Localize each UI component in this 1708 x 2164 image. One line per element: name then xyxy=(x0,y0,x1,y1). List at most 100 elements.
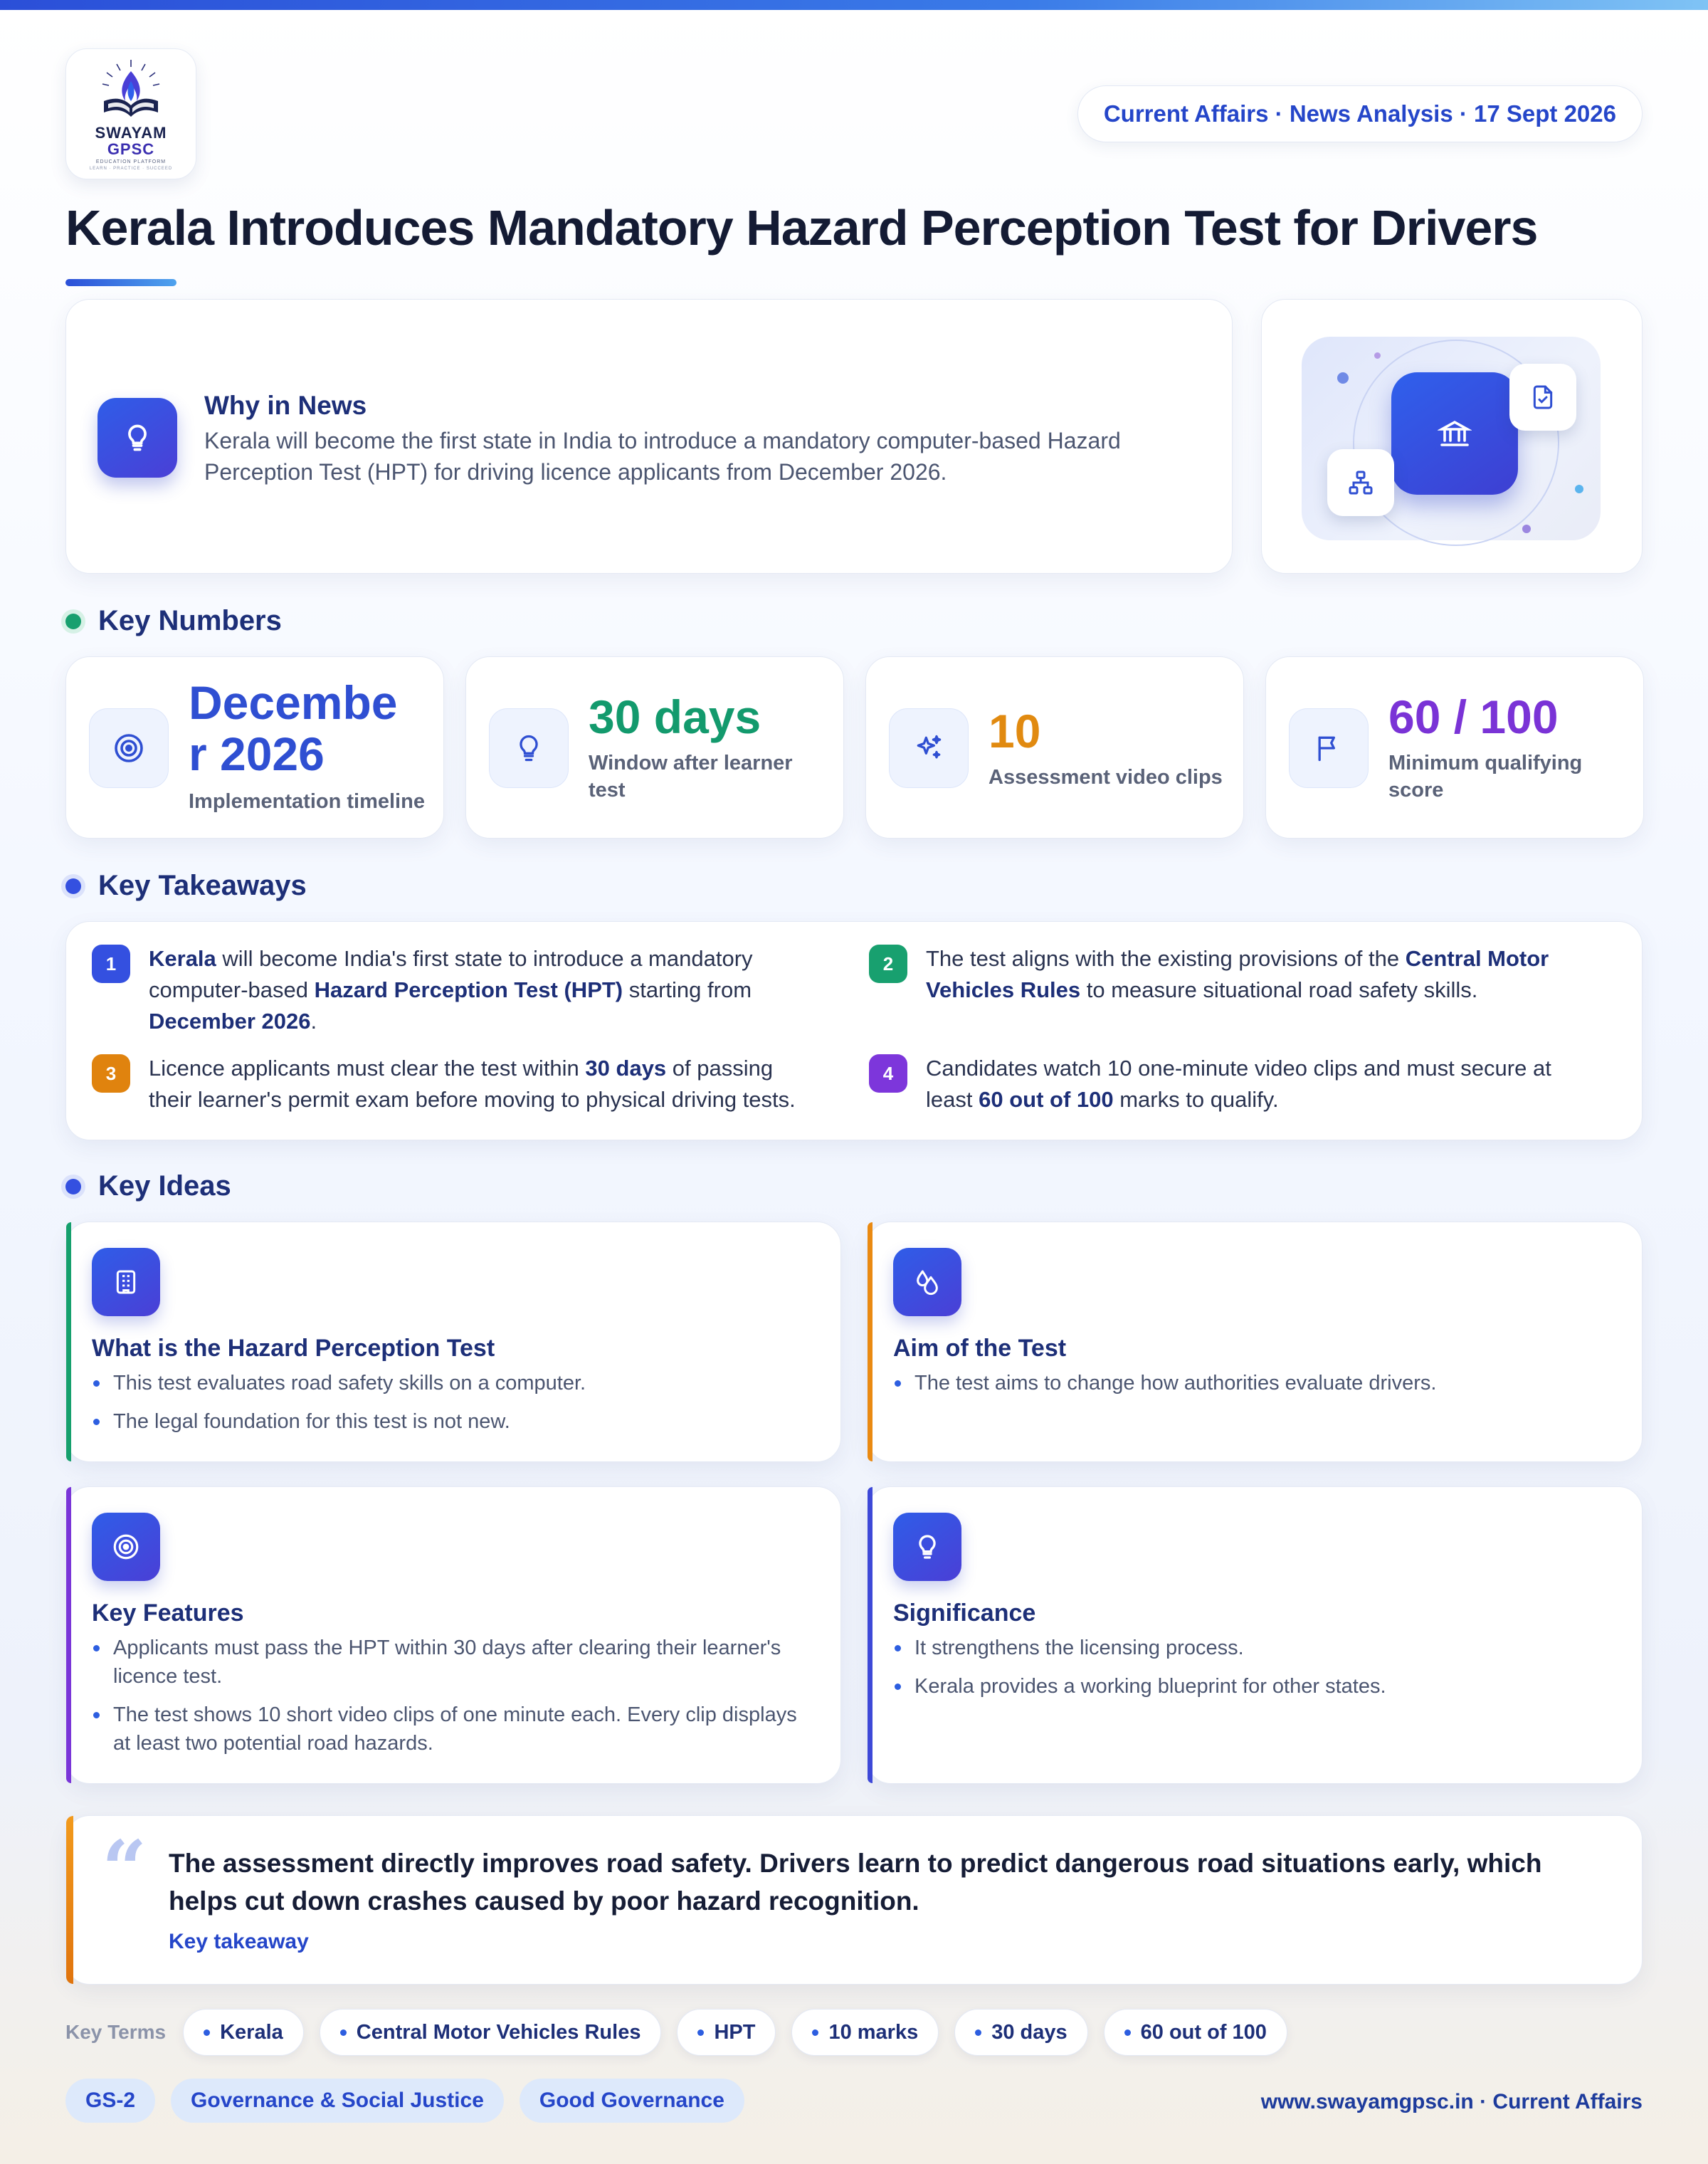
target-icon xyxy=(92,1513,160,1581)
term-chip[interactable]: 10 marks xyxy=(791,2009,939,2056)
stat-caption-line1: Minimum qualifying xyxy=(1388,752,1583,774)
why-in-news-text: Kerala will become the first state in In… xyxy=(204,428,1121,485)
term-chip[interactable]: 30 days xyxy=(954,2009,1088,2056)
idea-card-aim: Aim of the Test The test aims to change … xyxy=(867,1222,1643,1462)
logo-text-gpsc: GPSC xyxy=(107,140,155,158)
key-ideas-heading: Key Ideas xyxy=(65,1170,231,1202)
takeaway-number: 3 xyxy=(92,1054,130,1093)
idea-title: Aim of the Test xyxy=(893,1335,1067,1362)
key-takeaway-quote-card: “ The assessment directly improves road … xyxy=(65,1815,1643,1985)
decor-dot xyxy=(1522,525,1531,533)
idea-bullets: This test evaluates road safety skills o… xyxy=(92,1369,811,1446)
stat-caption-line2: test xyxy=(589,779,626,802)
stat-value-line1: Decembe xyxy=(189,676,398,729)
stat-value-line2: r 2026 xyxy=(189,728,325,780)
card-stripe xyxy=(66,1222,71,1461)
key-terms-row: Key Terms Kerala Central Motor Vehicles … xyxy=(65,2009,1303,2056)
title-underline xyxy=(65,279,176,286)
key-numbers-heading: Key Numbers xyxy=(65,605,282,637)
lightbulb-icon xyxy=(97,398,177,478)
card-stripe xyxy=(66,1816,73,1984)
decor-dot xyxy=(1374,352,1381,359)
why-in-news-card: Why in News Kerala will become the first… xyxy=(65,299,1233,574)
footer-site-link[interactable]: www.swayamgpsc.in · Current Affairs xyxy=(1261,2090,1643,2114)
takeaway-text: Kerala will become India's first state t… xyxy=(149,946,753,1034)
category-date-pill: Current Affairs · News Analysis · 17 Sep… xyxy=(1077,85,1643,142)
quote-source: Key takeaway xyxy=(169,1930,309,1953)
key-terms-label: Key Terms xyxy=(65,2021,167,2043)
logo-subtagline: LEARN · PRACTICE · SUCCEED xyxy=(89,167,173,171)
term-chip[interactable]: Kerala xyxy=(183,2009,304,2056)
idea-card-significance: Significance It strengthens the licensin… xyxy=(867,1486,1643,1784)
card-stripe xyxy=(868,1487,873,1783)
idea-bullet: Applicants must pass the HPT within 30 d… xyxy=(92,1634,811,1691)
idea-bullets: Applicants must pass the HPT within 30 d… xyxy=(92,1634,811,1768)
tag-chip[interactable]: Good Governance xyxy=(519,2079,744,2123)
idea-card-what-is-hpt: What is the Hazard Perception Test This … xyxy=(65,1222,841,1462)
tag-chip[interactable]: GS-2 xyxy=(65,2079,156,2123)
stat-card-score: 60 / 100 Minimum qualifying score xyxy=(1265,656,1644,839)
stat-caption-line2: score xyxy=(1388,779,1444,802)
idea-title: Key Features xyxy=(92,1600,244,1627)
quote-text: The assessment directly improves road sa… xyxy=(169,1849,1542,1916)
term-chip[interactable]: HPT xyxy=(677,2009,776,2056)
takeaway-text: Licence applicants must clear the test w… xyxy=(149,1056,796,1112)
section-label: Key Numbers xyxy=(98,605,282,636)
term-chip[interactable]: Central Motor Vehicles Rules xyxy=(319,2009,662,2056)
document-check-icon xyxy=(1509,364,1576,431)
why-in-news-heading: Why in News xyxy=(204,391,367,420)
stat-caption-line1: Window after learner xyxy=(589,752,793,774)
top-accent-bar xyxy=(0,0,1708,10)
card-stripe xyxy=(66,1487,71,1783)
logo: SWAYAM GPSC EDUCATION PLATFORM LEARN · P… xyxy=(65,48,196,179)
takeaway-number: 1 xyxy=(92,945,130,983)
building-icon xyxy=(92,1248,160,1316)
target-icon xyxy=(89,708,169,788)
drops-icon xyxy=(893,1248,961,1316)
section-dot xyxy=(65,613,81,629)
section-label: Key Ideas xyxy=(98,1170,231,1202)
stat-card-clips: 10 Assessment video clips xyxy=(865,656,1244,839)
takeaway-number: 4 xyxy=(869,1054,907,1093)
tag-chip[interactable]: Governance & Social Justice xyxy=(171,2079,504,2123)
idea-bullet: Kerala provides a working blueprint for … xyxy=(893,1672,1612,1701)
page-title: Kerala Introduces Mandatory Hazard Perce… xyxy=(65,200,1538,256)
term-chip[interactable]: 60 out of 100 xyxy=(1103,2009,1287,2056)
stat-card-window: 30 days Window after learner test xyxy=(465,656,844,839)
idea-bullet: This test evaluates road safety skills o… xyxy=(92,1369,811,1397)
lightbulb-icon xyxy=(489,708,569,788)
section-label: Key Takeaways xyxy=(98,870,307,901)
idea-bullet: It strengthens the licensing process. xyxy=(893,1634,1612,1662)
idea-bullet: The legal foundation for this test is no… xyxy=(92,1407,811,1436)
stat-caption: Implementation timeline xyxy=(189,790,425,813)
network-icon xyxy=(1327,449,1394,516)
logo-tagline: EDUCATION PLATFORM xyxy=(95,159,167,164)
illustration-card xyxy=(1261,299,1643,574)
key-takeaways-card: 1 Kerala will become India's first state… xyxy=(65,921,1643,1140)
key-takeaways-heading: Key Takeaways xyxy=(65,870,307,902)
idea-bullets: It strengthens the licensing process. Ke… xyxy=(893,1634,1612,1711)
section-dot xyxy=(65,878,81,894)
stat-value: 10 xyxy=(989,705,1041,757)
quote-mark-icon: “ xyxy=(102,1823,147,1915)
stat-value: 60 / 100 xyxy=(1388,690,1559,743)
idea-title: Significance xyxy=(893,1600,1036,1627)
takeaway-text: Candidates watch 10 one-minute video cli… xyxy=(926,1056,1551,1112)
lightbulb-icon xyxy=(893,1513,961,1581)
stat-card-timeline: Decembe r 2026 Implementation timeline xyxy=(65,656,444,839)
idea-title: What is the Hazard Perception Test xyxy=(92,1335,495,1362)
takeaway-number: 2 xyxy=(869,945,907,983)
flag-icon xyxy=(1289,708,1369,788)
takeaway-text: The test aligns with the existing provis… xyxy=(926,946,1549,1002)
tags-row: GS-2 Governance & Social Justice Good Go… xyxy=(65,2079,760,2123)
decor-dot xyxy=(1575,485,1583,493)
bank-icon xyxy=(1391,372,1518,495)
decor-dot xyxy=(1337,372,1349,384)
idea-bullet: The test shows 10 short video clips of o… xyxy=(92,1701,811,1758)
idea-card-key-features: Key Features Applicants must pass the HP… xyxy=(65,1486,841,1784)
card-stripe xyxy=(868,1222,873,1461)
idea-bullets: The test aims to change how authorities … xyxy=(893,1369,1612,1407)
stat-value: 30 days xyxy=(589,690,761,743)
sparkle-icon xyxy=(889,708,969,788)
stat-caption: Assessment video clips xyxy=(989,766,1223,789)
